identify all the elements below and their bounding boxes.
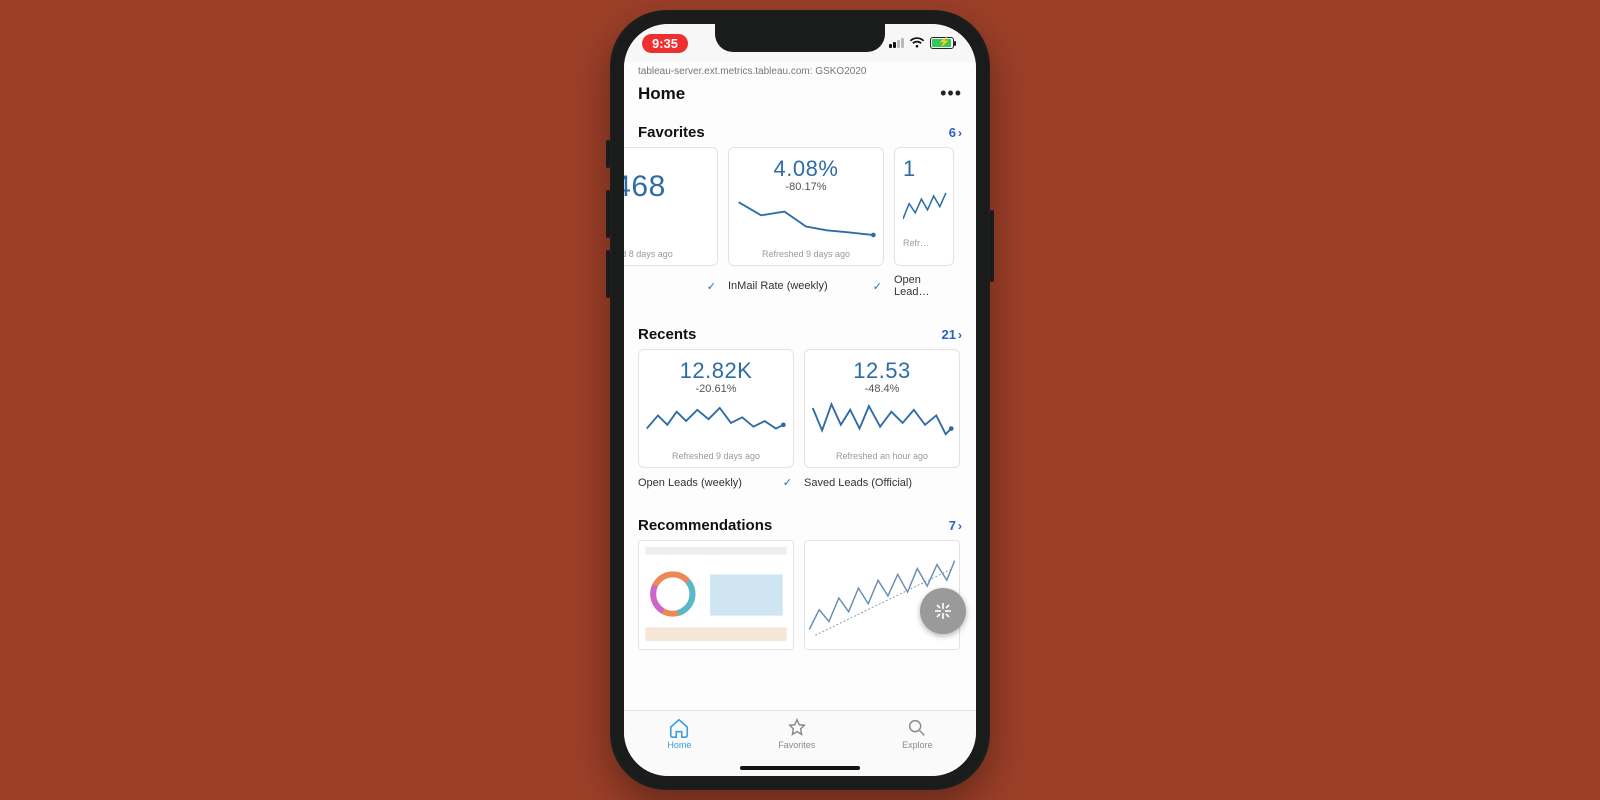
favorites-count-link[interactable]: 6› bbox=[949, 125, 962, 140]
recents-count-link[interactable]: 21› bbox=[942, 327, 962, 342]
chevron-right-icon: › bbox=[958, 519, 962, 533]
phone-frame: 9:35 ⚡ tableau-server.ext.metrics.tablea… bbox=[610, 10, 990, 790]
signal-icon bbox=[889, 38, 904, 48]
favorites-scroll[interactable]: 468 …ed 8 days ago 4.08% -80.17% Refresh… bbox=[624, 147, 976, 266]
card-label-row: Saved Leads (Official) bbox=[804, 476, 960, 489]
more-icon[interactable]: ••• bbox=[940, 83, 962, 104]
metric-value: 4.08% bbox=[774, 156, 839, 182]
favorite-card[interactable]: 1 Refr… bbox=[894, 147, 954, 266]
check-icon: ✓ bbox=[783, 476, 792, 489]
refreshed-label: Refr… bbox=[903, 238, 929, 248]
content: tableau-server.ext.metrics.tableau.com: … bbox=[624, 62, 976, 710]
metric-value: 468 bbox=[624, 156, 666, 204]
sparkline bbox=[733, 193, 879, 247]
status-time: 9:35 bbox=[642, 34, 688, 53]
card-label-row: InMail Rate (weekly) ✓ bbox=[728, 274, 884, 298]
recommendations-count-link[interactable]: 7› bbox=[949, 518, 962, 533]
page-title: Home bbox=[638, 84, 685, 104]
home-indicator[interactable] bbox=[740, 766, 860, 770]
recent-card[interactable]: 12.53 -48.4% Refreshed an hour ago bbox=[804, 349, 960, 468]
refreshed-label: Refreshed 9 days ago bbox=[762, 249, 850, 259]
tab-favorites[interactable]: Favorites bbox=[778, 717, 815, 750]
chevron-right-icon: › bbox=[958, 126, 962, 140]
metric-value: 12.82K bbox=[680, 358, 753, 384]
favorites-title: Favorites bbox=[638, 124, 705, 141]
card-label-row: Open Leads (weekly) ✓ bbox=[638, 476, 794, 489]
sparkline bbox=[809, 395, 955, 449]
recent-card[interactable]: 12.82K -20.61% Refreshed 9 days ago bbox=[638, 349, 794, 468]
metric-delta: -48.4% bbox=[865, 383, 900, 395]
metric-delta: -80.17% bbox=[786, 181, 827, 193]
star-icon bbox=[786, 717, 808, 739]
tab-explore[interactable]: Explore bbox=[902, 717, 933, 750]
check-icon: ✓ bbox=[873, 280, 882, 293]
recommendation-thumb[interactable] bbox=[638, 540, 794, 650]
refreshed-label: Refreshed an hour ago bbox=[836, 451, 928, 461]
card-label-row: …Mail Sent ✓ bbox=[624, 274, 718, 298]
metric-value: 1 bbox=[903, 156, 916, 182]
favorite-card[interactable]: 468 …ed 8 days ago bbox=[624, 147, 718, 266]
search-icon bbox=[906, 717, 928, 739]
recents-scroll[interactable]: 12.82K -20.61% Refreshed 9 days ago 12.5… bbox=[624, 349, 976, 468]
refreshed-label: …ed 8 days ago bbox=[624, 249, 673, 259]
check-icon: ✓ bbox=[707, 280, 716, 293]
recommendations-scroll[interactable] bbox=[624, 540, 976, 650]
favorite-card[interactable]: 4.08% -80.17% Refreshed 9 days ago bbox=[728, 147, 884, 266]
wifi-icon bbox=[909, 37, 925, 49]
data-source-fab[interactable] bbox=[920, 588, 966, 634]
tab-home[interactable]: Home bbox=[667, 717, 691, 750]
sparkline bbox=[643, 395, 789, 449]
server-label: tableau-server.ext.metrics.tableau.com: … bbox=[624, 62, 976, 77]
notch bbox=[715, 24, 885, 52]
metric-value: 12.53 bbox=[853, 358, 911, 384]
sparkline bbox=[903, 182, 949, 236]
refreshed-label: Refreshed 9 days ago bbox=[672, 451, 760, 461]
metric-delta: -20.61% bbox=[696, 383, 737, 395]
home-icon bbox=[668, 717, 690, 739]
recommendations-title: Recommendations bbox=[638, 517, 772, 534]
card-label-row: Open Lead… bbox=[894, 274, 954, 298]
battery-icon: ⚡ bbox=[930, 37, 954, 49]
recents-title: Recents bbox=[638, 326, 696, 343]
chevron-right-icon: › bbox=[958, 328, 962, 342]
screen: 9:35 ⚡ tableau-server.ext.metrics.tablea… bbox=[624, 24, 976, 776]
